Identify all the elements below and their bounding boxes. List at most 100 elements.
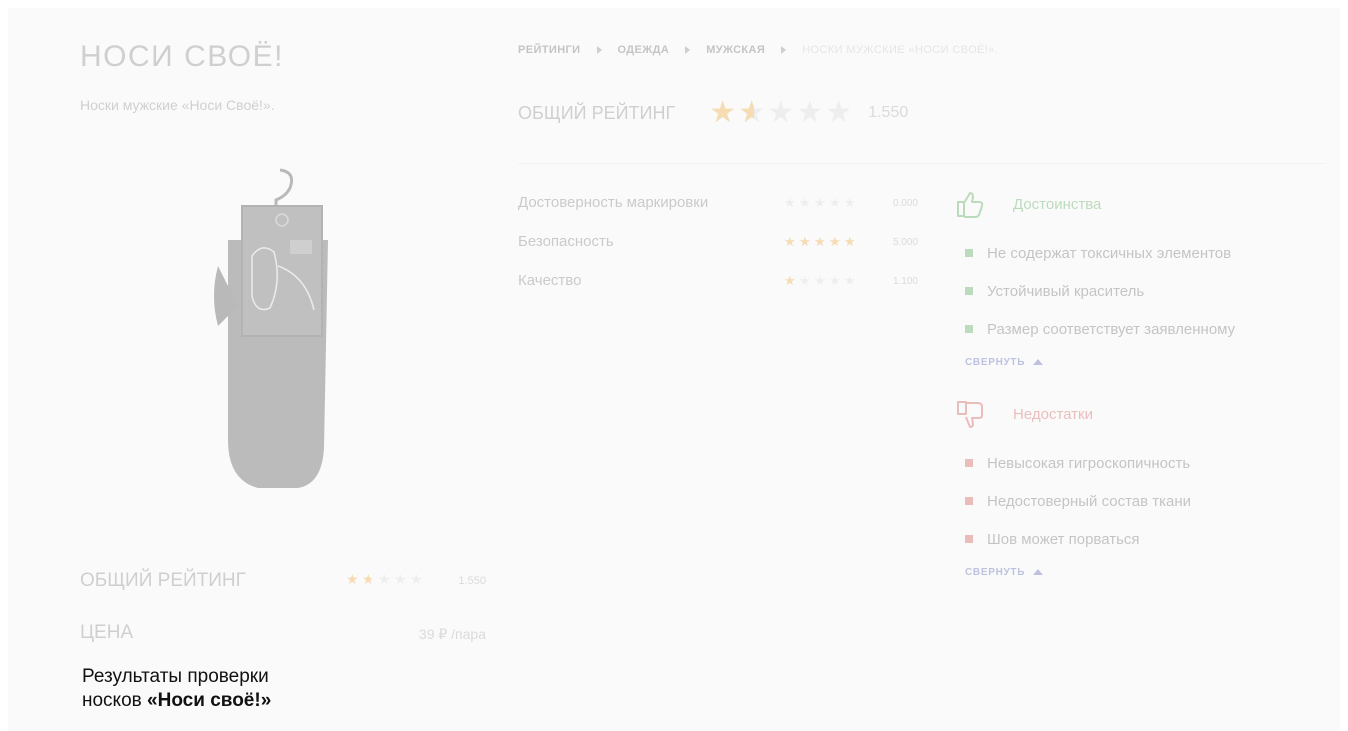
summary-rating: ОБЩИЙ РЕЙТИНГ ★★★★★★★★★★ 1.550 [80, 568, 486, 598]
cons-item-text: Невысокая гигроскопичность [987, 454, 1191, 472]
overall-rating: ОБЩИЙ РЕЙТИНГ ★★★★★★★★★★ 1.550 [518, 98, 908, 128]
breadcrumb-arrow-icon [781, 46, 787, 54]
star-icon: ★★ [796, 96, 824, 129]
green-bullet-icon [965, 325, 973, 333]
pros-item-text: Устойчивый краситель [987, 282, 1145, 300]
cons-title: Недостатки [1013, 405, 1093, 423]
criterion-stars: ★★★★★★★★★★ [784, 196, 859, 209]
cons-header: Недостатки [954, 398, 1334, 430]
star-icon: ★★ [829, 273, 841, 288]
overall-rating-stars: ★★★★★★★★★★ [709, 98, 854, 128]
breadcrumb: РЕЙТИНГИ ОДЕЖДА МУЖСКАЯ НОСКИ МУЖСКИЕ «Н… [518, 44, 998, 56]
caption-line-2: носков «Носи своё!» [82, 689, 271, 713]
thumbs-down-icon [957, 401, 983, 428]
pros-title: Достоинства [1013, 195, 1102, 213]
criterion-name: Качество [518, 272, 582, 289]
star-icon: ★★ [738, 96, 766, 129]
cons-item: Невысокая гигроскопичность [954, 444, 1334, 482]
breadcrumb-arrow-icon [596, 46, 602, 54]
criterion-safety: Безопасность ★ ★ ★ ★ ★ ★ ★ ★ ★ ★ 5.000 [518, 233, 918, 272]
star-icon: ★★ [767, 96, 795, 129]
star-icon: ★★ [844, 273, 856, 288]
pros-item-text: Размер соответствует заявленному [987, 320, 1236, 338]
socks-product-image [214, 168, 328, 488]
cons-section: Недостатки Невысокая гигроскопичность Не… [954, 398, 1334, 584]
chevron-up-icon [1033, 569, 1044, 575]
star-icon: ★★ [814, 234, 826, 249]
collapse-label: СВЕРНУТЬ [965, 356, 1026, 368]
divider [518, 163, 1326, 164]
criterion-labeling: Достоверность маркировки ★★★★★★★★★★ 0.00… [518, 194, 918, 233]
red-bullet-icon [965, 535, 973, 543]
star-icon: ★★ [378, 571, 391, 587]
summary-price: ЦЕНА 39 ₽ /пара [80, 622, 486, 652]
star-icon: ★★ [362, 571, 375, 587]
breadcrumb-arrow-icon [685, 46, 691, 54]
thumbs-up-icon [957, 192, 984, 218]
pros-collapse-button[interactable]: СВЕРНУТЬ [965, 350, 1334, 374]
collapse-label: СВЕРНУТЬ [965, 566, 1026, 578]
cons-item-text: Недостоверный состав ткани [987, 492, 1192, 510]
cons-item: Недостоверный состав ткани [954, 482, 1334, 520]
breadcrumb-clothing[interactable]: ОДЕЖДА [618, 44, 670, 56]
overall-rating-value: 1.550 [868, 104, 909, 121]
criterion-score: 0.000 [892, 198, 918, 209]
red-bullet-icon [965, 497, 973, 505]
star-icon: ★★ [829, 234, 841, 249]
breadcrumb-mens[interactable]: МУЖСКАЯ [706, 44, 765, 56]
pros-item: Устойчивый краситель [954, 272, 1334, 310]
pros-item-text: Не содержат токсичных элементов [987, 244, 1232, 262]
green-bullet-icon [965, 249, 973, 257]
product-subtitle: Носки мужские «Носи Своё!». [80, 97, 275, 113]
star-icon: ★★ [709, 96, 737, 129]
overall-rating-label: ОБЩИЙ РЕЙТИНГ [518, 102, 676, 123]
star-icon: ★★ [784, 234, 796, 249]
star-icon: ★★ [825, 96, 853, 129]
cons-collapse-button[interactable]: СВЕРНУТЬ [965, 560, 1334, 584]
star-icon: ★★ [829, 195, 841, 210]
star-icon: ★★ [844, 195, 856, 210]
criterion-quality: Качество ★★★★★★★★★★ 1.100 [518, 272, 918, 311]
star-icon: ★★ [346, 571, 359, 587]
summary-rating-value: 1.550 [458, 575, 486, 587]
summary-rating-label: ОБЩИЙ РЕЙТИНГ [80, 570, 246, 591]
star-icon: ★★ [799, 195, 811, 210]
price-value: 39 ₽ /пара [418, 626, 486, 642]
cons-item-text: Шов может порваться [987, 530, 1140, 548]
chevron-up-icon [1033, 359, 1044, 365]
criterion-score: 1.100 [892, 276, 918, 287]
star-icon: ★★ [394, 571, 407, 587]
pros-item: Размер соответствует заявленному [954, 310, 1334, 348]
star-icon: ★★ [799, 273, 811, 288]
star-icon: ★★ [799, 234, 811, 249]
pros-item: Не содержат токсичных элементов [954, 234, 1334, 272]
caption: Результаты проверки носков «Носи своё!» [82, 665, 271, 713]
star-icon: ★★ [784, 273, 796, 288]
criterion-score: 5.000 [892, 237, 918, 248]
breadcrumb-current: НОСКИ МУЖСКИЕ «НОСИ СВОЁ!». [802, 44, 999, 56]
breadcrumb-ratings[interactable]: РЕЙТИНГИ [518, 44, 581, 56]
star-icon: ★★ [814, 273, 826, 288]
star-icon: ★★ [784, 195, 796, 210]
criterion-name: Безопасность [518, 233, 614, 250]
criterion-stars: ★★★★★★★★★★ [784, 235, 859, 248]
pros-section: Достоинства Не содержат токсичных элемен… [954, 188, 1334, 374]
product-page: НОСИ СВОЁ! Носки мужские «Носи Своё!». О… [8, 8, 1340, 731]
star-icon: ★★ [410, 571, 423, 587]
criterion-name: Достоверность маркировки [518, 194, 709, 211]
pros-header: Достоинства [954, 188, 1334, 220]
summary-rating-stars: ★★★★★★★★★★ [346, 572, 426, 586]
caption-prefix: носков [82, 690, 148, 711]
criterion-stars: ★★★★★★★★★★ [784, 274, 859, 287]
cons-item: Шов может порваться [954, 520, 1334, 558]
star-icon: ★★ [814, 195, 826, 210]
caption-bold: «Носи своё!» [147, 690, 272, 711]
price-label: ЦЕНА [80, 622, 134, 643]
pros-cons: Достоинства Не содержат токсичных элемен… [954, 188, 1334, 584]
brand-title: НОСИ СВОЁ! [80, 40, 284, 73]
criteria-list: Достоверность маркировки ★★★★★★★★★★ 0.00… [518, 194, 918, 311]
caption-line-1: Результаты проверки [82, 666, 269, 687]
red-bullet-icon [965, 459, 973, 467]
screenshot-frame: НОСИ СВОЁ! Носки мужские «Носи Своё!». О… [8, 8, 1340, 731]
green-bullet-icon [965, 287, 973, 295]
